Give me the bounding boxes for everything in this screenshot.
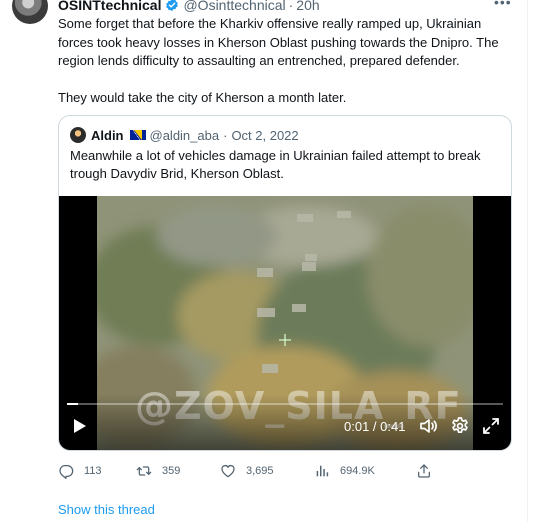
tweet-paragraph: They would take the city of Kherson a mo… bbox=[58, 89, 347, 105]
tweet-time[interactable]: 20h bbox=[296, 0, 319, 13]
volume-icon[interactable] bbox=[418, 416, 438, 436]
quoted-tweet-text: Meanwhile a lot of vehicles damage in Uk… bbox=[70, 148, 481, 181]
video-player[interactable]: @ZOV_SILA_RF 0:01 / 0:41 bbox=[59, 196, 511, 450]
more-horizontal-icon[interactable]: ••• bbox=[494, 0, 512, 10]
show-thread-link[interactable]: Show this thread bbox=[58, 502, 155, 517]
play-icon[interactable] bbox=[73, 418, 87, 434]
reply-button[interactable]: 113 bbox=[58, 462, 102, 480]
analytics-bars-icon bbox=[316, 465, 329, 477]
view-count: 694.9K bbox=[340, 465, 375, 477]
author-name[interactable]: OSINTtechnical bbox=[58, 0, 161, 13]
video-controls: 0:01 / 0:41 bbox=[59, 394, 511, 450]
author-handle[interactable]: @Osinttechnical bbox=[183, 0, 285, 13]
tweet-paragraph: Some forget that before the Kharkiv offe… bbox=[58, 16, 499, 68]
like-button[interactable]: 3,695 bbox=[220, 462, 274, 480]
verified-badge-icon bbox=[166, 0, 179, 12]
quoted-author-name: Aldin bbox=[91, 127, 124, 143]
retweet-icon bbox=[136, 466, 152, 476]
share-button[interactable] bbox=[416, 462, 442, 480]
heart-icon bbox=[221, 465, 235, 478]
retweet-button[interactable]: 359 bbox=[136, 462, 180, 480]
column-divider bbox=[527, 0, 528, 522]
separator-dot: · bbox=[223, 127, 228, 143]
video-progress-fill bbox=[67, 403, 78, 405]
video-time: 0:01 / 0:41 bbox=[344, 419, 406, 434]
quoted-tweet-date: Oct 2, 2022 bbox=[231, 127, 299, 143]
views-button[interactable]: 694.9K bbox=[314, 462, 375, 480]
quoted-tweet[interactable]: Aldin @aldin_aba · Oct 2, 2022 Meanwhile… bbox=[58, 115, 512, 451]
settings-gear-icon[interactable] bbox=[450, 416, 470, 436]
bosnia-flag-icon bbox=[129, 130, 146, 140]
quoted-author-handle: @aldin_aba bbox=[149, 127, 220, 143]
like-count: 3,695 bbox=[246, 465, 274, 477]
share-icon bbox=[418, 464, 430, 478]
video-progress-bar[interactable] bbox=[67, 403, 503, 405]
tweet-actions: 113 359 3,695 694.9K bbox=[58, 462, 438, 480]
quoted-tweet-header: Aldin @aldin_aba · Oct 2, 2022 bbox=[70, 127, 299, 143]
tweet-text: Some forget that before the Kharkiv offe… bbox=[58, 15, 520, 107]
author-avatar[interactable] bbox=[12, 0, 48, 24]
separator-dot: · bbox=[288, 0, 294, 13]
tweet-header: OSINTtechnical @Osinttechnical · 20h bbox=[58, 0, 320, 14]
fullscreen-icon[interactable] bbox=[481, 416, 501, 436]
reply-count: 113 bbox=[84, 465, 102, 477]
reply-icon bbox=[59, 465, 74, 479]
retweet-count: 359 bbox=[162, 465, 181, 477]
quoted-author-avatar bbox=[70, 127, 86, 143]
